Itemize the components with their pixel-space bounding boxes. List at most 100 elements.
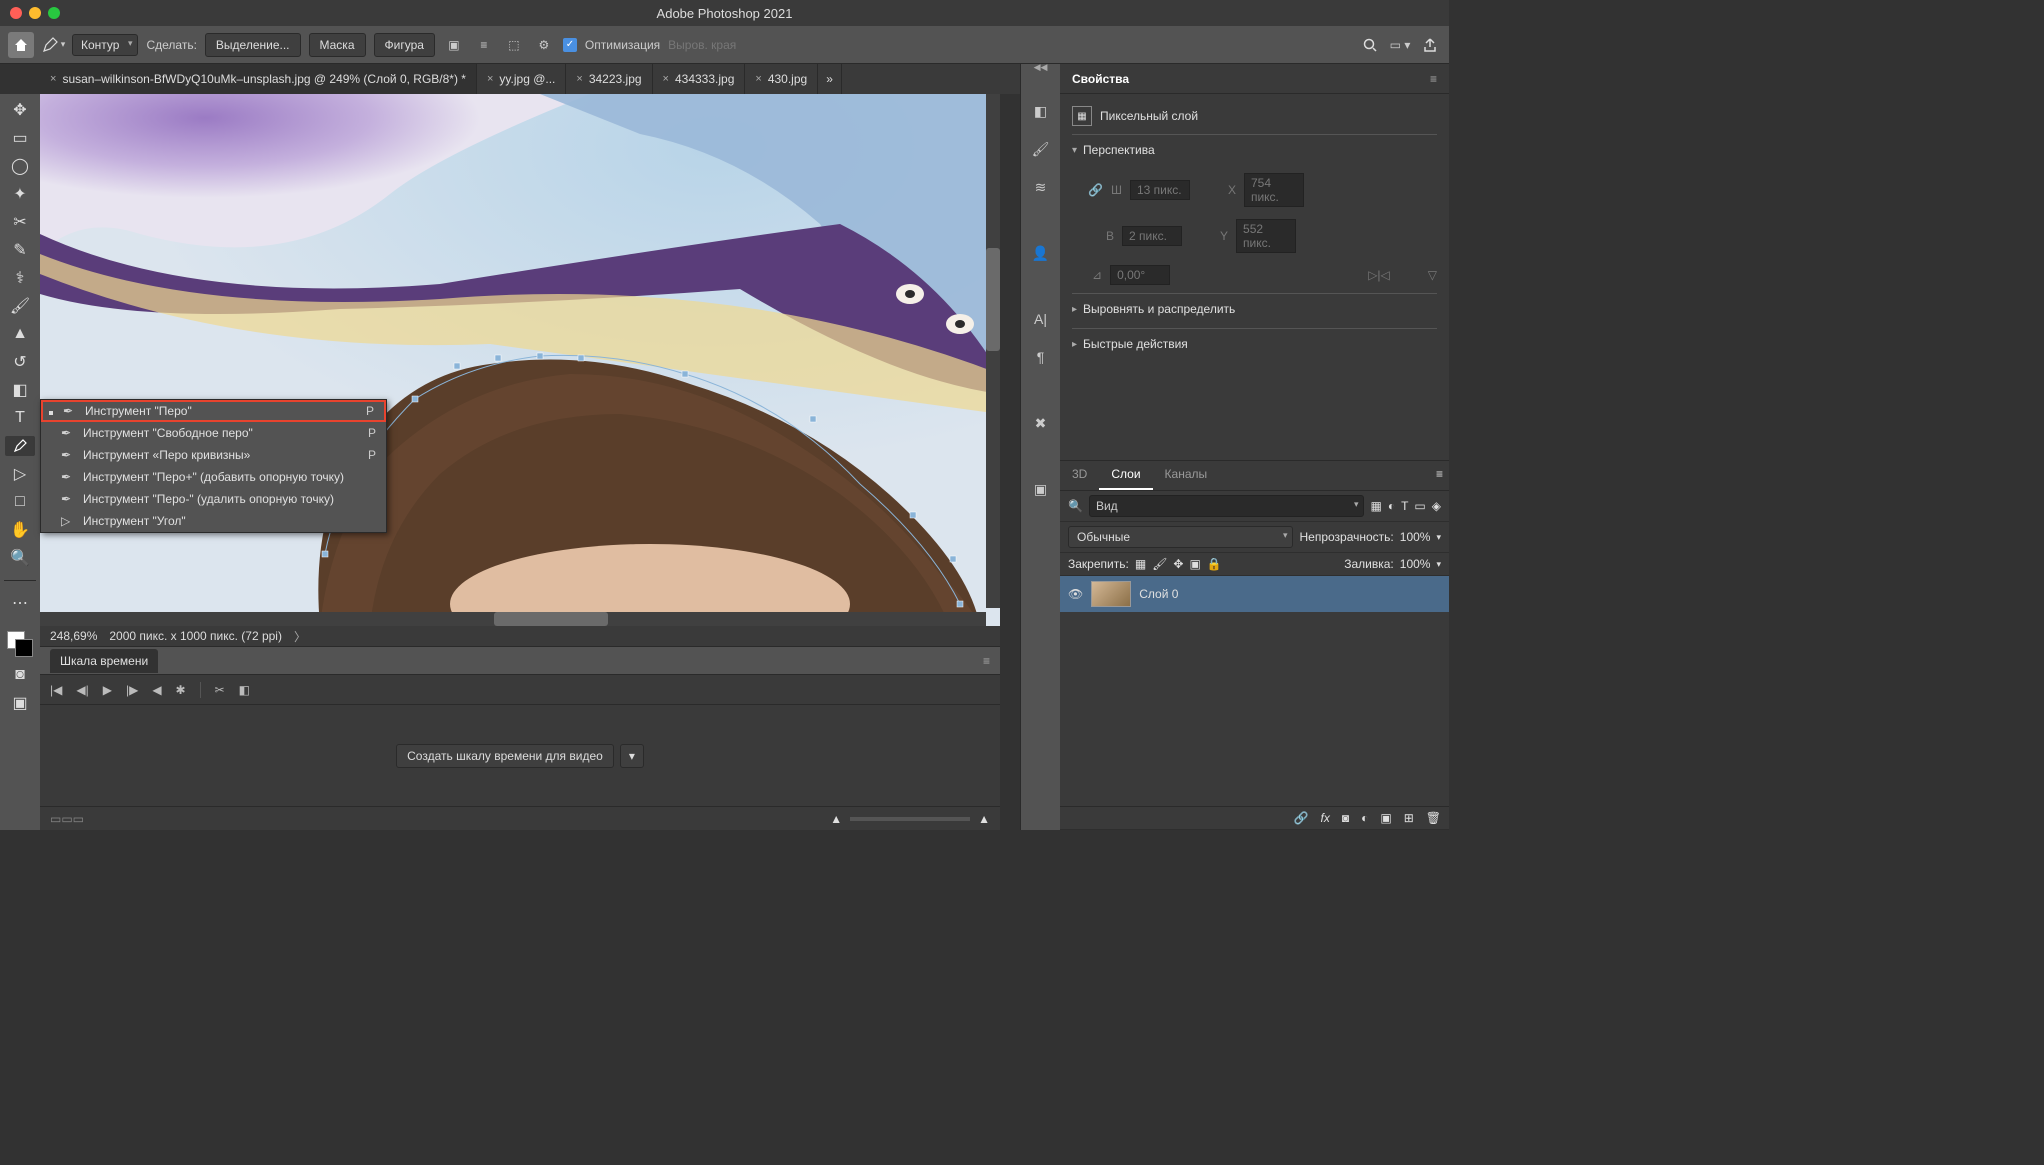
layer-filter-select[interactable]: Вид	[1089, 495, 1365, 517]
healing-tool[interactable]: ⚕	[5, 268, 35, 288]
height-field[interactable]: 2 пикс.	[1122, 226, 1182, 246]
flyout-item-curvature[interactable]: ✒Инструмент «Перо кривизны»P	[41, 444, 386, 466]
quick-actions-section[interactable]: ▸Быстрые действия	[1072, 328, 1437, 359]
lock-all-icon[interactable]: 🔒	[1207, 557, 1222, 571]
opacity-value[interactable]: 100%	[1400, 530, 1431, 544]
align-section[interactable]: ▸Выровнять и распределить	[1072, 293, 1437, 324]
split-icon[interactable]: ✂	[215, 683, 225, 697]
libraries-panel-icon[interactable]: 👤	[1030, 242, 1052, 264]
lock-paint-icon[interactable]: 🖌	[1152, 557, 1167, 571]
mode-select[interactable]: Контур	[72, 34, 138, 56]
history-brush-tool[interactable]: ↺	[5, 352, 35, 372]
timeline-frames-icon[interactable]: ▭▭▭	[50, 812, 84, 826]
home-button[interactable]	[8, 32, 34, 58]
width-field[interactable]: 13 пикс.	[1130, 180, 1190, 200]
prev-frame-icon[interactable]: ◀|	[76, 683, 88, 697]
hand-tool[interactable]: ✋	[5, 520, 35, 540]
timeline-zoom-out-icon[interactable]: ▲	[830, 812, 842, 826]
paragraph-panel-icon[interactable]: ¶	[1030, 346, 1052, 368]
lock-pixels-icon[interactable]: ▦	[1135, 557, 1146, 571]
blend-mode-select[interactable]: Обычные	[1068, 526, 1293, 548]
timeline-zoom-in-icon[interactable]: ▲	[978, 812, 990, 826]
quick-mask[interactable]: ◙	[5, 665, 35, 685]
create-video-timeline-button[interactable]: Создать шкалу времени для видео	[396, 744, 614, 768]
color-swatch[interactable]	[7, 631, 33, 657]
canvas-area[interactable]	[40, 94, 1000, 626]
tab-doc-0[interactable]: ×susan–wilkinson-BfWDyQ10uMk–unsplash.jp…	[40, 64, 477, 94]
close-tab-icon[interactable]: ×	[576, 73, 582, 85]
share-icon[interactable]	[1419, 34, 1441, 56]
workspace-icon[interactable]: ▭ ▾	[1389, 34, 1411, 56]
path-ops-icon[interactable]: ▣	[443, 34, 465, 56]
tab-overflow[interactable]: »	[818, 64, 842, 94]
eyedropper-tool[interactable]: ✎	[5, 240, 35, 260]
maximize-icon[interactable]	[48, 7, 60, 19]
path-select-tool[interactable]: ▷	[5, 464, 35, 484]
collapse-icon[interactable]: ◀◀	[1034, 62, 1048, 73]
last-keyframe-icon[interactable]: ◀	[152, 683, 161, 697]
adjustment-layer-icon[interactable]: ◐	[1361, 811, 1368, 825]
make-shape-button[interactable]: Фигура	[374, 33, 435, 57]
flyout-item-freeform[interactable]: ✒Инструмент "Свободное перо"P	[41, 422, 386, 444]
search-icon[interactable]	[1359, 34, 1381, 56]
first-frame-icon[interactable]: |◀	[50, 683, 62, 697]
fill-value[interactable]: 100%	[1400, 557, 1431, 571]
group-icon[interactable]: ▣	[1380, 811, 1391, 825]
close-tab-icon[interactable]: ×	[755, 73, 761, 85]
shape-tool[interactable]: □	[5, 492, 35, 512]
frames-panel-icon[interactable]: ▣	[1030, 478, 1052, 500]
scrollbar-horizontal[interactable]	[40, 612, 986, 626]
y-field[interactable]: 552 пикс.	[1236, 219, 1296, 253]
minimize-icon[interactable]	[29, 7, 41, 19]
path-align-icon[interactable]: ≡	[473, 34, 495, 56]
move-tool[interactable]: ✥	[5, 100, 35, 120]
close-tab-icon[interactable]: ×	[50, 73, 56, 85]
filter-smart-icon[interactable]: ◈	[1432, 499, 1441, 513]
layer-style-icon[interactable]: fx	[1321, 811, 1330, 825]
lock-position-icon[interactable]: ✥	[1173, 557, 1183, 571]
link-layers-icon[interactable]: 🔗	[1294, 811, 1309, 825]
settings-icon[interactable]: ✱	[176, 683, 186, 697]
visibility-icon[interactable]: 👁	[1068, 587, 1083, 601]
color-panel-icon[interactable]: ◧	[1030, 100, 1052, 122]
eraser-tool[interactable]: ◧	[5, 380, 35, 400]
tab-3d[interactable]: 3D	[1060, 461, 1099, 490]
optim-checkbox[interactable]: ✓	[563, 38, 577, 52]
filter-adjust-icon[interactable]: ◐	[1388, 499, 1395, 513]
panel-menu-icon[interactable]: ≡	[1430, 461, 1449, 490]
flyout-item-delete-anchor[interactable]: ✒Инструмент "Перо-" (удалить опорную точ…	[41, 488, 386, 510]
close-tab-icon[interactable]: ×	[487, 73, 493, 85]
tab-channels[interactable]: Каналы	[1153, 461, 1220, 490]
marquee-tool[interactable]: ▭	[5, 128, 35, 148]
layer-row[interactable]: 👁 Слой 0	[1060, 576, 1449, 612]
document-canvas[interactable]	[40, 94, 1000, 626]
x-field[interactable]: 754 пикс.	[1244, 173, 1304, 207]
tab-doc-2[interactable]: ×34223.jpg	[566, 64, 652, 94]
adjustments-panel-icon[interactable]: ≋	[1030, 176, 1052, 198]
close-icon[interactable]	[10, 7, 22, 19]
flyout-item-pen[interactable]: ✒ Инструмент "Перо" P	[41, 400, 386, 422]
angle-field[interactable]: 0,00°	[1110, 265, 1170, 285]
zoom-level[interactable]: 248,69%	[50, 629, 97, 643]
create-dropdown[interactable]: ▾	[620, 744, 644, 768]
flip-h-icon[interactable]: ▷|◁	[1368, 268, 1390, 282]
brush-tool[interactable]: 🖌	[5, 296, 35, 316]
flyout-item-add-anchor[interactable]: ✒Инструмент "Перо+" (добавить опорную то…	[41, 466, 386, 488]
transition-icon[interactable]: ◧	[239, 683, 250, 697]
close-tab-icon[interactable]: ×	[663, 73, 669, 85]
tools-panel-icon[interactable]: ✖	[1030, 412, 1052, 434]
info-chevron-icon[interactable]: 〉	[294, 628, 306, 645]
tab-doc-1[interactable]: ×yy.jpg @...	[477, 64, 566, 94]
crop-tool[interactable]: ✂	[5, 212, 35, 232]
tab-doc-4[interactable]: ×430.jpg	[745, 64, 818, 94]
filter-image-icon[interactable]: ▦	[1370, 499, 1381, 513]
flip-v-icon[interactable]: ▽	[1428, 268, 1437, 282]
panel-menu-icon[interactable]: ≡	[983, 654, 990, 668]
stamp-tool[interactable]: ▲	[5, 324, 35, 344]
wand-tool[interactable]: ✦	[5, 184, 35, 204]
path-arrange-icon[interactable]: ⬚	[503, 34, 525, 56]
tab-layers[interactable]: Слои	[1099, 461, 1152, 490]
type-panel-icon[interactable]: A|	[1030, 308, 1052, 330]
filter-type-icon[interactable]: T	[1401, 499, 1408, 513]
gear-icon[interactable]: ⚙	[533, 34, 555, 56]
